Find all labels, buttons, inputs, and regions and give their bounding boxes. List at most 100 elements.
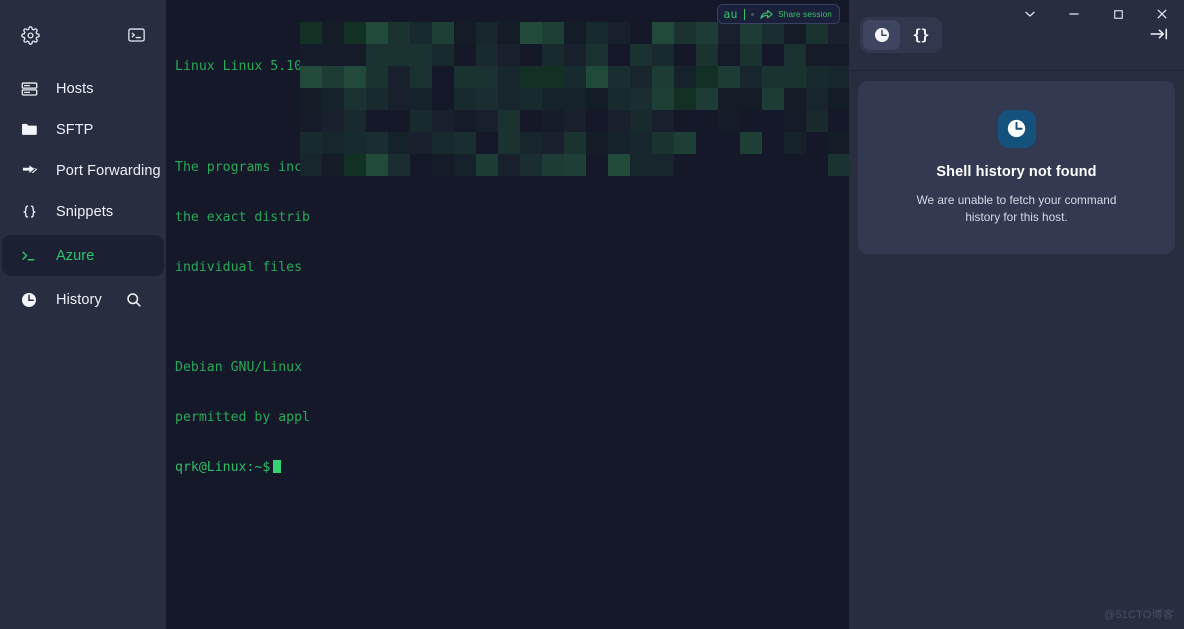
watermark: @51CTO博客 <box>1103 609 1174 621</box>
mosaic-cell <box>542 154 564 176</box>
mosaic-cell <box>454 66 476 88</box>
mosaic-cell <box>542 44 564 66</box>
terminal-pane[interactable]: Linux Linux 5.10. The programs incl the … <box>166 0 849 629</box>
collapse-right-icon[interactable] <box>1145 21 1173 47</box>
mosaic-cell <box>476 132 498 154</box>
mosaic-cell <box>696 154 718 176</box>
share-arrow-icon <box>760 9 773 20</box>
mosaic-cell <box>520 110 542 132</box>
mosaic-cell <box>476 88 498 110</box>
maximize-icon[interactable] <box>1096 0 1140 28</box>
mosaic-cell <box>740 44 762 66</box>
mosaic-cell <box>344 66 366 88</box>
folder-icon <box>21 122 43 137</box>
sidebar-item-label: Snippets <box>56 203 114 220</box>
mosaic-cell <box>432 44 454 66</box>
mosaic-cell <box>322 154 344 176</box>
sidebar: Hosts SFTP Port Forwarding Snippets Azur… <box>0 0 166 629</box>
mosaic-cell <box>740 154 762 176</box>
mosaic-cell <box>454 132 476 154</box>
mosaic-cell <box>762 22 784 44</box>
separator-dot <box>751 12 755 16</box>
mosaic-cell <box>740 88 762 110</box>
mosaic-cell <box>674 110 696 132</box>
mosaic-cell <box>652 132 674 154</box>
mosaic-cell <box>410 88 432 110</box>
mosaic-cell <box>674 132 696 154</box>
terminal-icon[interactable] <box>128 28 145 42</box>
sidebar-item-history[interactable]: History <box>2 279 164 320</box>
braces-icon: {} <box>912 26 929 44</box>
mosaic-cell <box>828 154 849 176</box>
mosaic-cell <box>652 44 674 66</box>
mosaic-cell <box>828 132 849 154</box>
mosaic-cell <box>366 110 388 132</box>
mosaic-cell <box>806 110 828 132</box>
mosaic-cell <box>454 154 476 176</box>
share-session-label: Share session <box>778 9 832 19</box>
app-window: Hosts SFTP Port Forwarding Snippets Azur… <box>0 0 1184 629</box>
mosaic-cell <box>432 110 454 132</box>
mosaic-cell <box>828 66 849 88</box>
tab-history[interactable] <box>863 20 900 50</box>
mosaic-cell <box>498 88 520 110</box>
mosaic-cell <box>674 44 696 66</box>
terminal-cursor <box>273 460 282 474</box>
mosaic-cell <box>806 88 828 110</box>
sidebar-item-label: Hosts <box>56 80 94 97</box>
mosaic-cell <box>806 132 828 154</box>
mosaic-cell <box>630 22 652 44</box>
gear-icon[interactable] <box>21 25 40 45</box>
sidebar-item-port-forwarding[interactable]: Port Forwarding <box>2 150 164 191</box>
mosaic-cell <box>652 154 674 176</box>
mosaic-cell <box>630 66 652 88</box>
share-session-button[interactable]: au Share session <box>717 4 840 24</box>
mosaic-cell <box>696 88 718 110</box>
censor-mosaic-overlay <box>300 22 849 176</box>
sidebar-item-label: SFTP <box>56 121 94 138</box>
mosaic-cell <box>410 132 432 154</box>
tab-snippets[interactable]: {} <box>902 20 939 50</box>
arrows-icon <box>21 163 43 178</box>
mosaic-cell <box>828 22 849 44</box>
session-name-input[interactable]: au <box>723 7 737 21</box>
mosaic-cell <box>696 132 718 154</box>
mosaic-cell <box>762 44 784 66</box>
mosaic-cell <box>388 22 410 44</box>
mosaic-cell <box>564 66 586 88</box>
sidebar-item-hosts[interactable]: Hosts <box>2 68 164 109</box>
terminal-line: Debian GNU/Linux <box>175 359 303 375</box>
mosaic-cell <box>410 154 432 176</box>
mosaic-cell <box>388 88 410 110</box>
mosaic-cell <box>454 110 476 132</box>
search-icon[interactable] <box>126 292 142 308</box>
mosaic-cell <box>718 22 740 44</box>
mosaic-cell <box>432 88 454 110</box>
mosaic-cell <box>784 88 806 110</box>
mosaic-cell <box>608 22 630 44</box>
sidebar-item-azure[interactable]: Azure <box>2 235 164 276</box>
mosaic-cell <box>828 88 849 110</box>
mosaic-cell <box>740 22 762 44</box>
mosaic-cell <box>630 132 652 154</box>
mosaic-cell <box>674 66 696 88</box>
clock-icon <box>874 27 890 43</box>
mosaic-cell <box>608 110 630 132</box>
mosaic-cell <box>828 44 849 66</box>
history-panel: {} Shell history not found We are unable… <box>849 0 1184 629</box>
mosaic-cell <box>366 132 388 154</box>
chevron-down-icon[interactable] <box>1008 0 1052 28</box>
mosaic-cell <box>784 44 806 66</box>
terminal-line: The programs incl <box>175 159 310 175</box>
mosaic-cell <box>718 66 740 88</box>
minimize-icon[interactable] <box>1052 0 1096 28</box>
mosaic-cell <box>388 132 410 154</box>
sidebar-item-sftp[interactable]: SFTP <box>2 109 164 150</box>
mosaic-cell <box>344 154 366 176</box>
mosaic-cell <box>652 66 674 88</box>
empty-state-card: Shell history not found We are unable to… <box>858 81 1175 254</box>
mosaic-cell <box>432 154 454 176</box>
sidebar-item-snippets[interactable]: Snippets <box>2 191 164 232</box>
mosaic-cell <box>498 44 520 66</box>
